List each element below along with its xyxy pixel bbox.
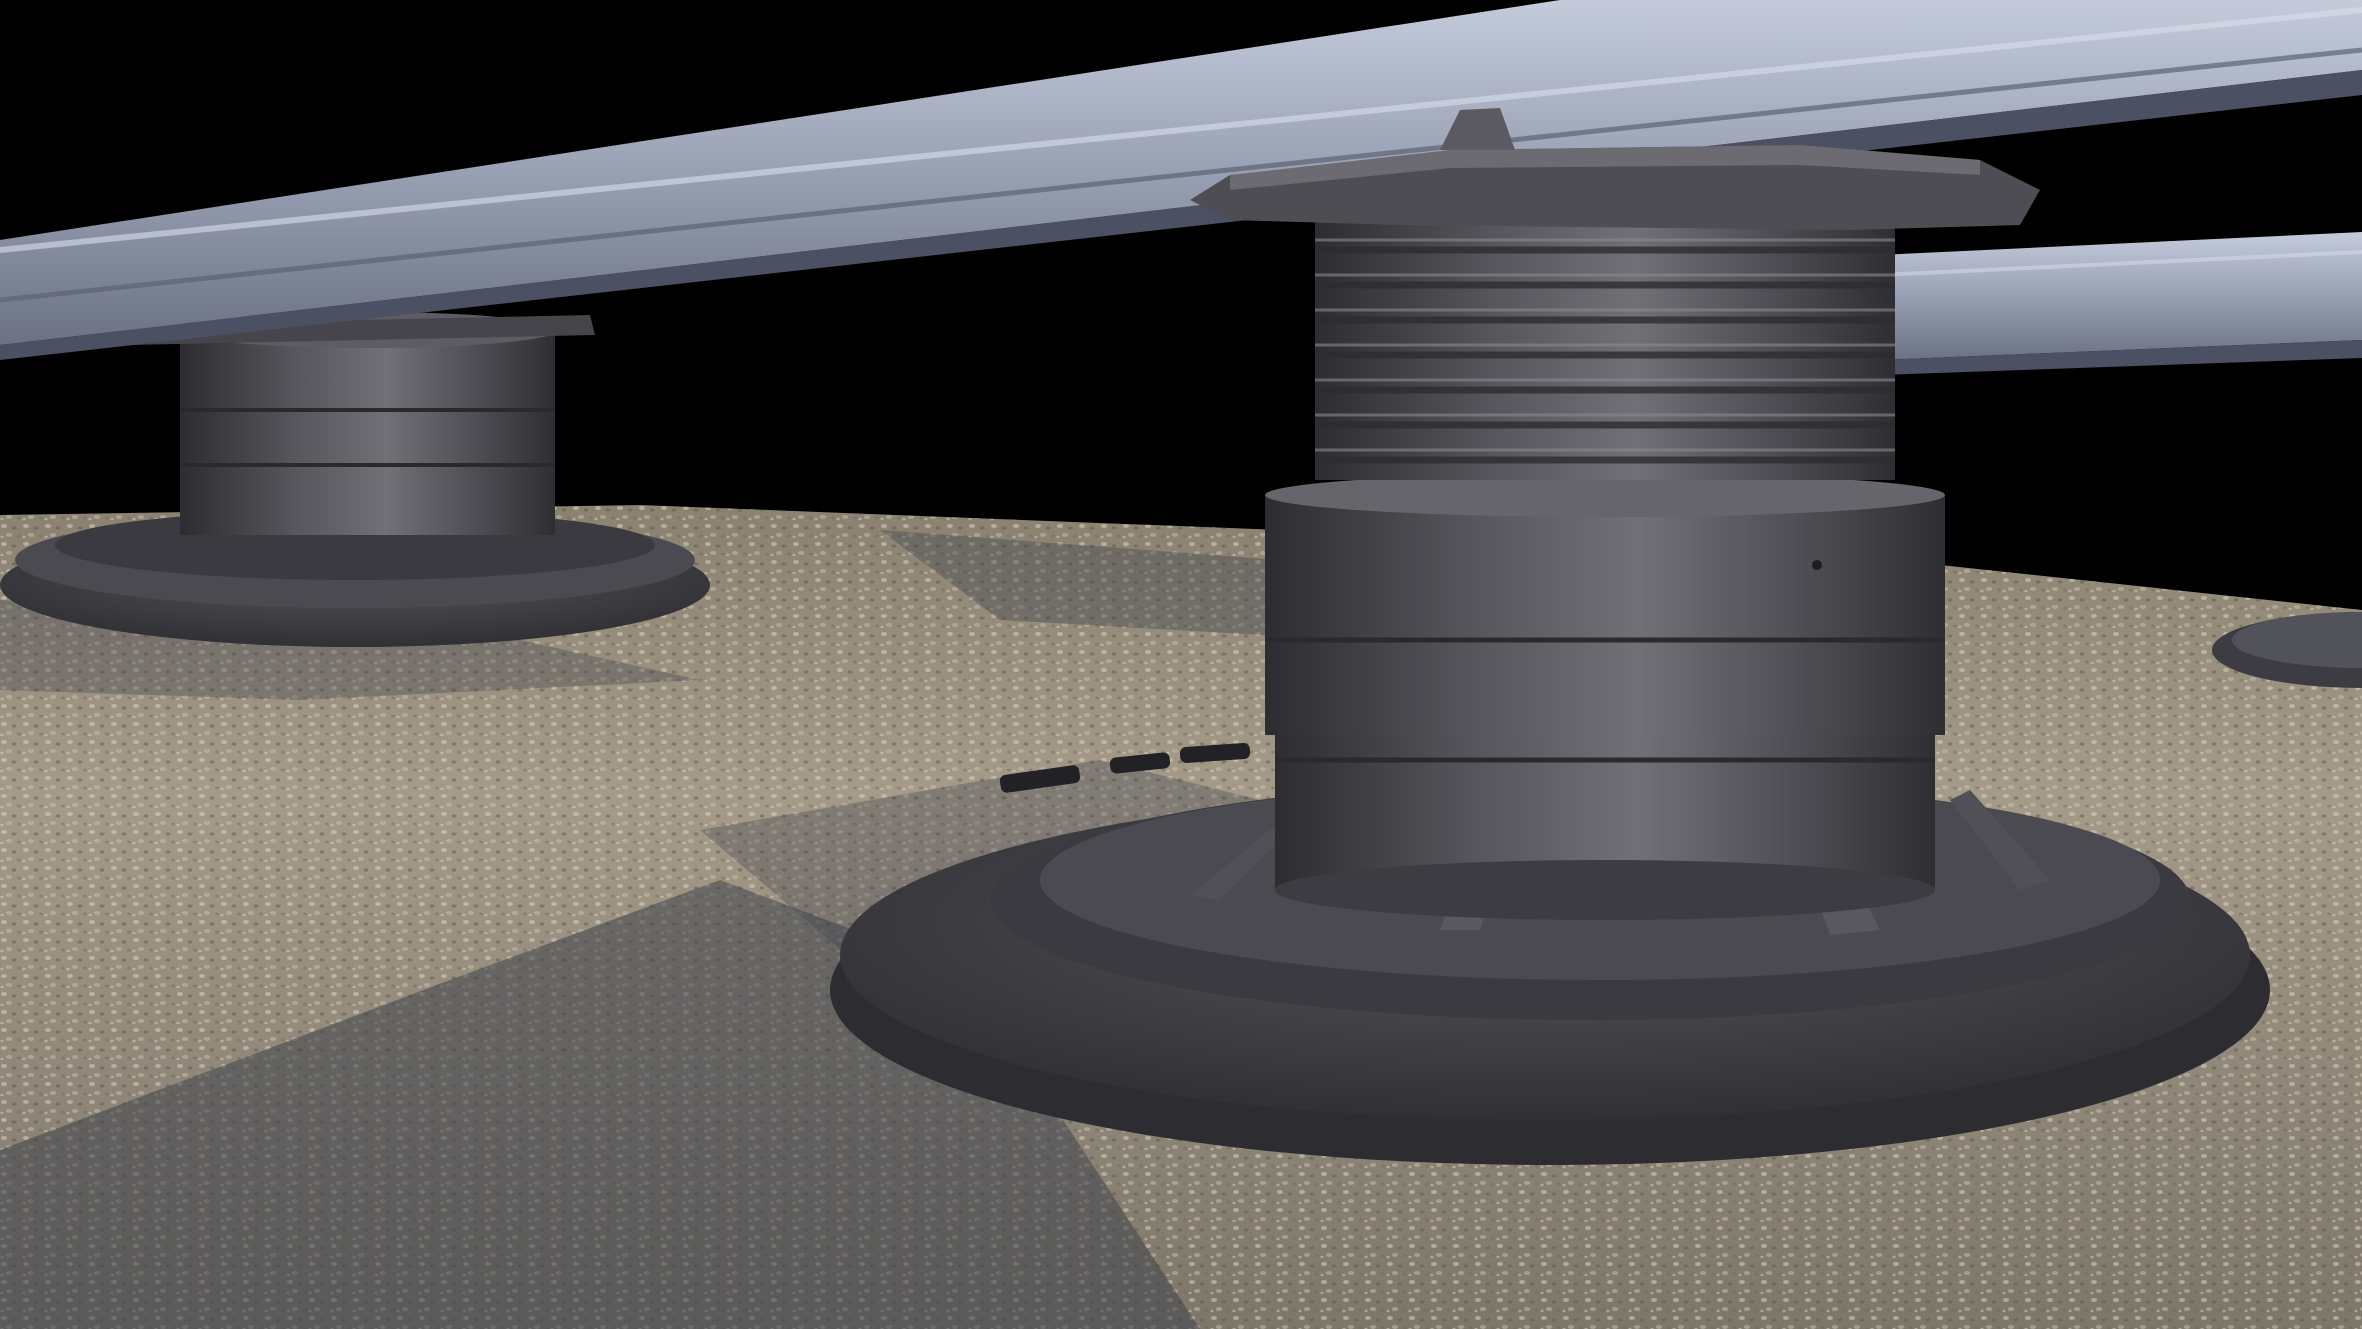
aluminum-joist-right (1879, 232, 2362, 375)
pedestal-render-scene (0, 0, 2362, 1329)
